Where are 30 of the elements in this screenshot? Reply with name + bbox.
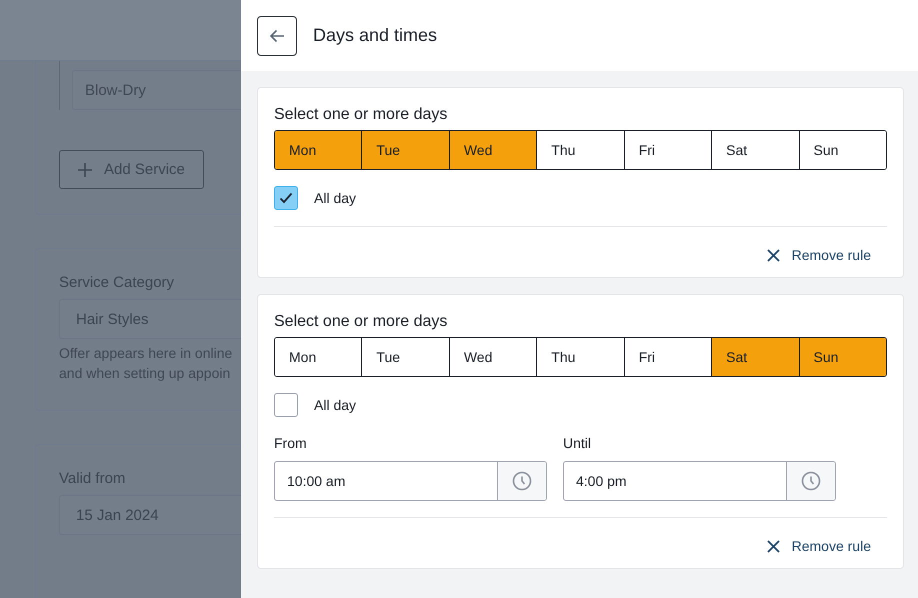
time-field[interactable]: 4:00 pm — [563, 461, 836, 501]
field-label: Service Category — [59, 274, 176, 291]
days-heading: Select one or more days — [274, 106, 448, 124]
days-heading: Select one or more days — [274, 313, 448, 331]
day-toggle[interactable]: Sat — [711, 338, 799, 376]
day-toggle[interactable]: Wed — [448, 131, 536, 169]
time-field[interactable]: 10:00 am — [274, 461, 547, 501]
checkmark-icon — [279, 192, 293, 204]
field-label: From — [274, 435, 308, 451]
day-toggle[interactable]: Mon — [275, 131, 362, 169]
clock-icon — [512, 471, 532, 491]
day-toggle[interactable]: Sun — [798, 131, 886, 169]
input-field[interactable]: Blow-Dry — [72, 70, 241, 110]
panel-title: Days and times — [313, 25, 438, 46]
close-icon — [766, 540, 780, 552]
checkbox-label: All day — [314, 190, 356, 206]
field-label: Valid from — [59, 470, 126, 487]
checkbox-label: All day — [314, 397, 356, 413]
day-toggle[interactable]: Sun — [798, 338, 886, 376]
remove-rule-button[interactable]: Remove rule — [766, 245, 871, 265]
remove-rule-button[interactable]: Remove rule — [766, 536, 871, 556]
back-arrow-icon — [269, 28, 285, 42]
checkbox[interactable] — [274, 186, 298, 210]
field-label: Until — [563, 435, 592, 451]
clock-icon — [801, 471, 821, 491]
checkbox[interactable] — [274, 393, 298, 417]
day-toggle[interactable]: Tue — [361, 131, 449, 169]
close-icon — [766, 248, 780, 262]
back-button[interactable] — [257, 16, 297, 56]
plus-icon — [78, 162, 92, 176]
